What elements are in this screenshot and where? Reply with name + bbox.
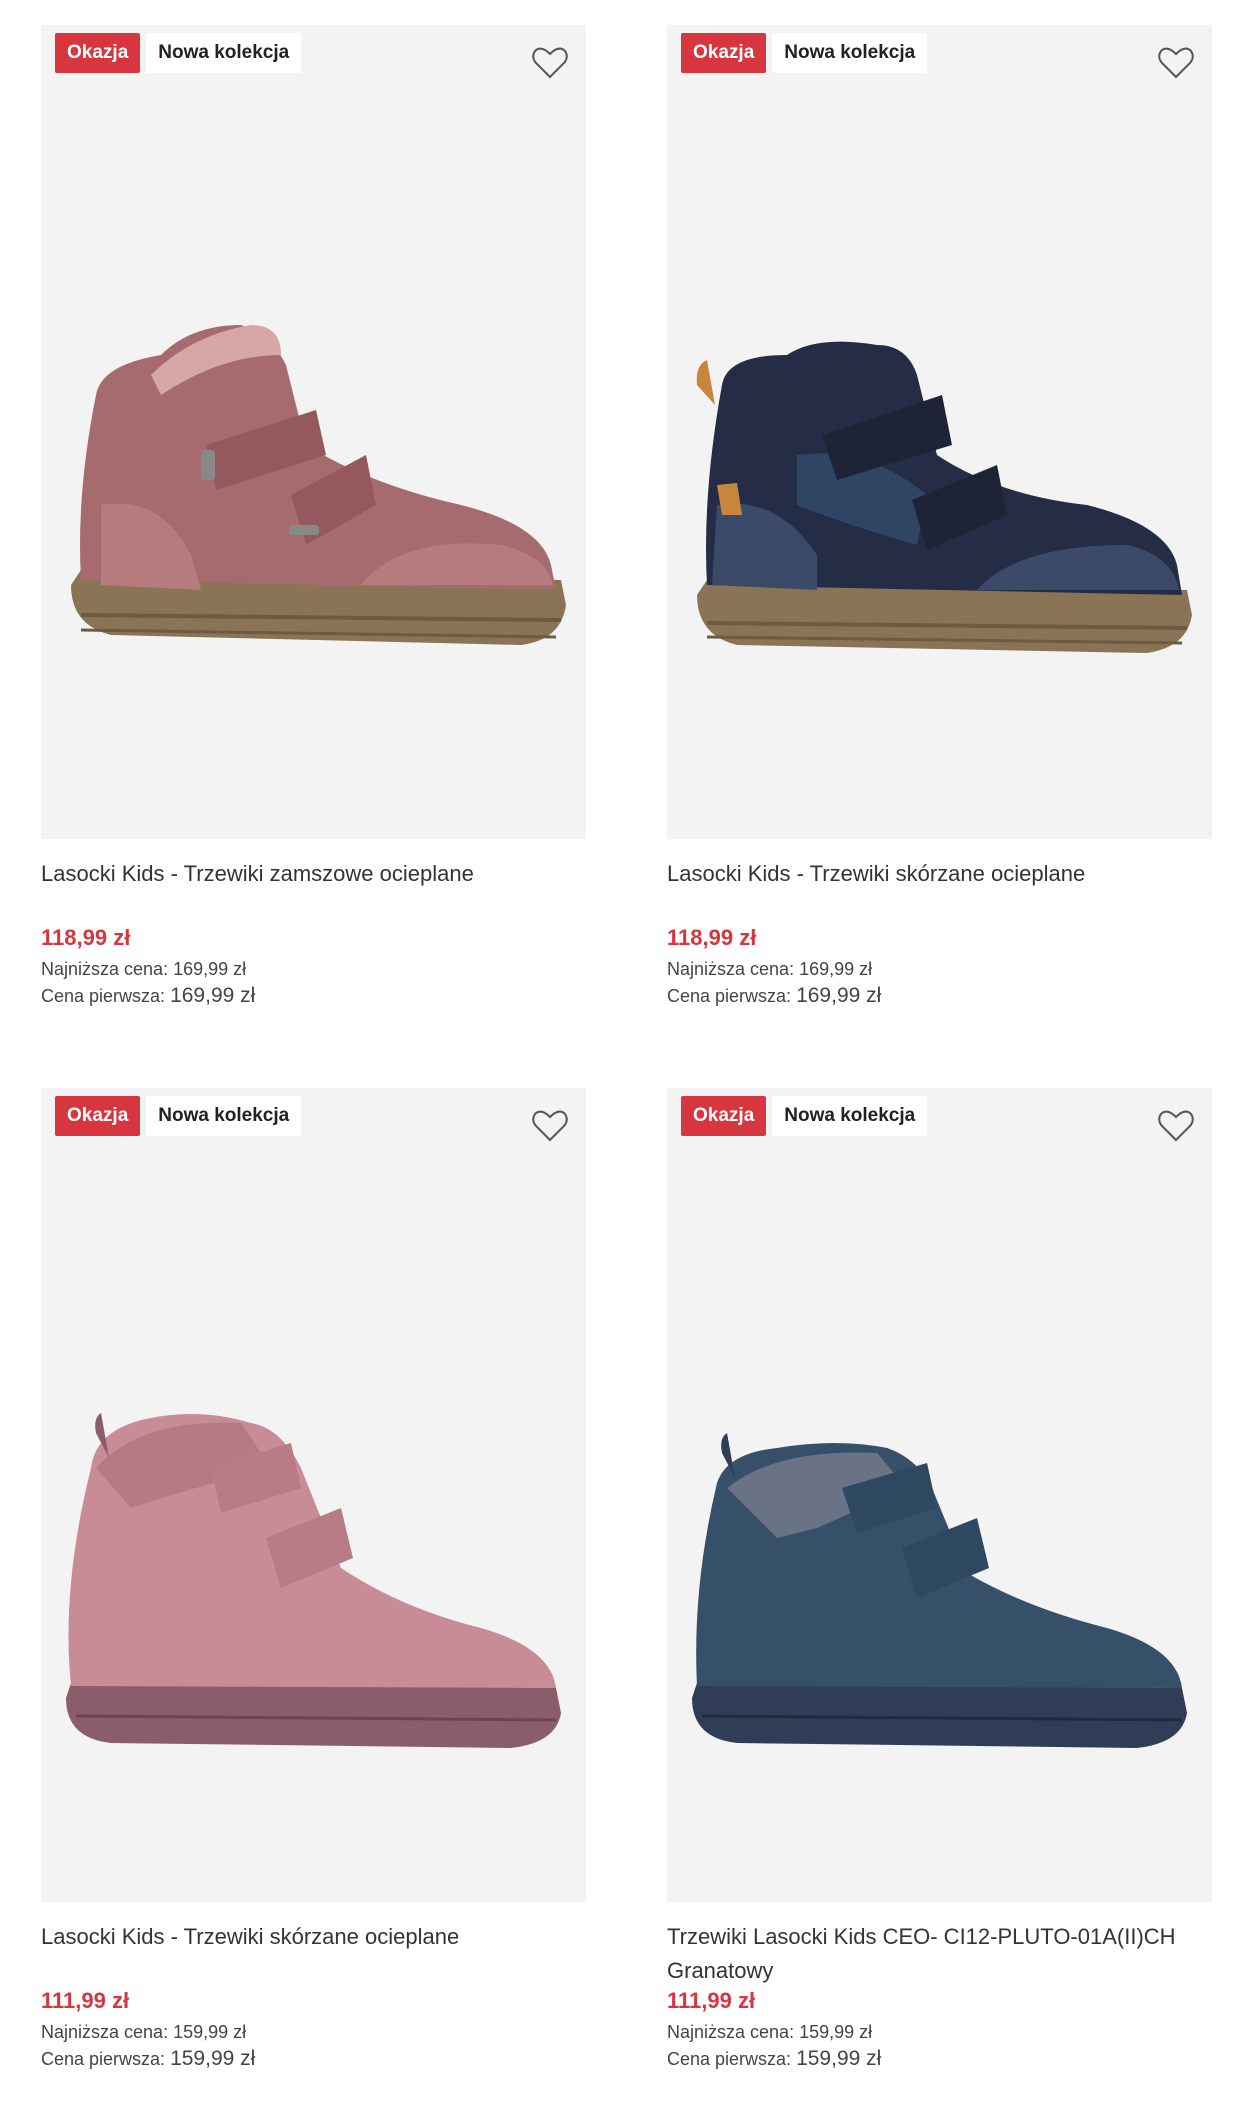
first-price-label: Cena pierwsza:: [41, 986, 166, 1006]
heart-outline-icon[interactable]: [1156, 1106, 1196, 1146]
first-price-label: Cena pierwsza:: [667, 2049, 792, 2069]
first-price-row: Cena pierwsza: 159,99 zł: [667, 2047, 1212, 2071]
product-card[interactable]: Okazja Nowa kolekcja Lasocki Kids - Trze…: [41, 25, 586, 1008]
product-image[interactable]: Okazja Nowa kolekcja: [41, 1088, 586, 1902]
product-price: 118,99 zł: [667, 925, 757, 950]
lowest-price-row: Najniższa cena: 169,99 zł: [667, 959, 1212, 980]
first-price-label: Cena pierwsza:: [41, 2049, 166, 2069]
product-image[interactable]: Okazja Nowa kolekcja: [667, 1088, 1212, 1902]
boot-image: [71, 325, 566, 645]
product-image[interactable]: Okazja Nowa kolekcja: [41, 25, 586, 839]
sale-badge: Okazja: [681, 1096, 767, 1136]
heart-outline-icon[interactable]: [530, 1106, 570, 1146]
product-price: 111,99 zł: [667, 1988, 756, 2013]
boot-image: [66, 1413, 561, 1748]
first-price-label: Cena pierwsza:: [667, 986, 792, 1006]
lowest-price-value: 159,99 zł: [799, 2022, 873, 2042]
product-card[interactable]: Okazja Nowa kolekcja Trzewiki Lasocki Ki…: [667, 1088, 1212, 2071]
lowest-price-row: Najniższa cena: 159,99 zł: [41, 2022, 586, 2043]
product-title[interactable]: Lasocki Kids - Trzewiki skórzane ociepla…: [41, 1920, 586, 1954]
product-title[interactable]: Lasocki Kids - Trzewiki skórzane ociepla…: [667, 857, 1212, 891]
first-price-row: Cena pierwsza: 159,99 zł: [41, 2047, 586, 2071]
product-price: 111,99 zł: [41, 1988, 130, 2013]
lowest-price-value: 159,99 zł: [173, 2022, 247, 2042]
heart-outline-icon[interactable]: [530, 43, 570, 83]
first-price-value: 169,99 zł: [796, 984, 882, 1007]
first-price-value: 159,99 zł: [170, 2047, 256, 2070]
sale-badge: Okazja: [55, 33, 141, 73]
product-title[interactable]: Trzewiki Lasocki Kids CEO- CI12-PLUTO-01…: [667, 1920, 1212, 1988]
new-collection-badge: Nowa kolekcja: [146, 33, 302, 73]
new-collection-badge: Nowa kolekcja: [772, 33, 928, 73]
new-collection-badge: Nowa kolekcja: [772, 1096, 928, 1136]
first-price-value: 169,99 zł: [170, 984, 256, 1007]
lowest-price-row: Najniższa cena: 169,99 zł: [41, 959, 586, 980]
lowest-price-value: 169,99 zł: [799, 959, 873, 979]
lowest-price-label: Najniższa cena:: [41, 959, 169, 979]
product-price: 118,99 zł: [41, 925, 131, 950]
product-image[interactable]: Okazja Nowa kolekcja: [667, 25, 1212, 839]
lowest-price-label: Najniższa cena:: [667, 959, 795, 979]
product-title[interactable]: Lasocki Kids - Trzewiki zamszowe ociepla…: [41, 857, 586, 891]
first-price-row: Cena pierwsza: 169,99 zł: [41, 984, 586, 1008]
product-card[interactable]: Okazja Nowa kolekcja Lasocki Kids - Trze…: [41, 1088, 586, 2071]
boot-image: [692, 1433, 1187, 1748]
lowest-price-row: Najniższa cena: 159,99 zł: [667, 2022, 1212, 2043]
product-card[interactable]: Okazja Nowa kolekcja Lasocki Kids - Trze…: [667, 25, 1212, 1008]
lowest-price-label: Najniższa cena:: [41, 2022, 169, 2042]
boot-image: [696, 341, 1192, 653]
sale-badge: Okazja: [681, 33, 767, 73]
first-price-value: 159,99 zł: [796, 2047, 882, 2070]
lowest-price-label: Najniższa cena:: [667, 2022, 795, 2042]
first-price-row: Cena pierwsza: 169,99 zł: [667, 984, 1212, 1008]
sale-badge: Okazja: [55, 1096, 141, 1136]
new-collection-badge: Nowa kolekcja: [146, 1096, 302, 1136]
heart-outline-icon[interactable]: [1156, 43, 1196, 83]
product-grid: Okazja Nowa kolekcja Lasocki Kids - Trze…: [0, 0, 1250, 2123]
lowest-price-value: 169,99 zł: [173, 959, 247, 979]
